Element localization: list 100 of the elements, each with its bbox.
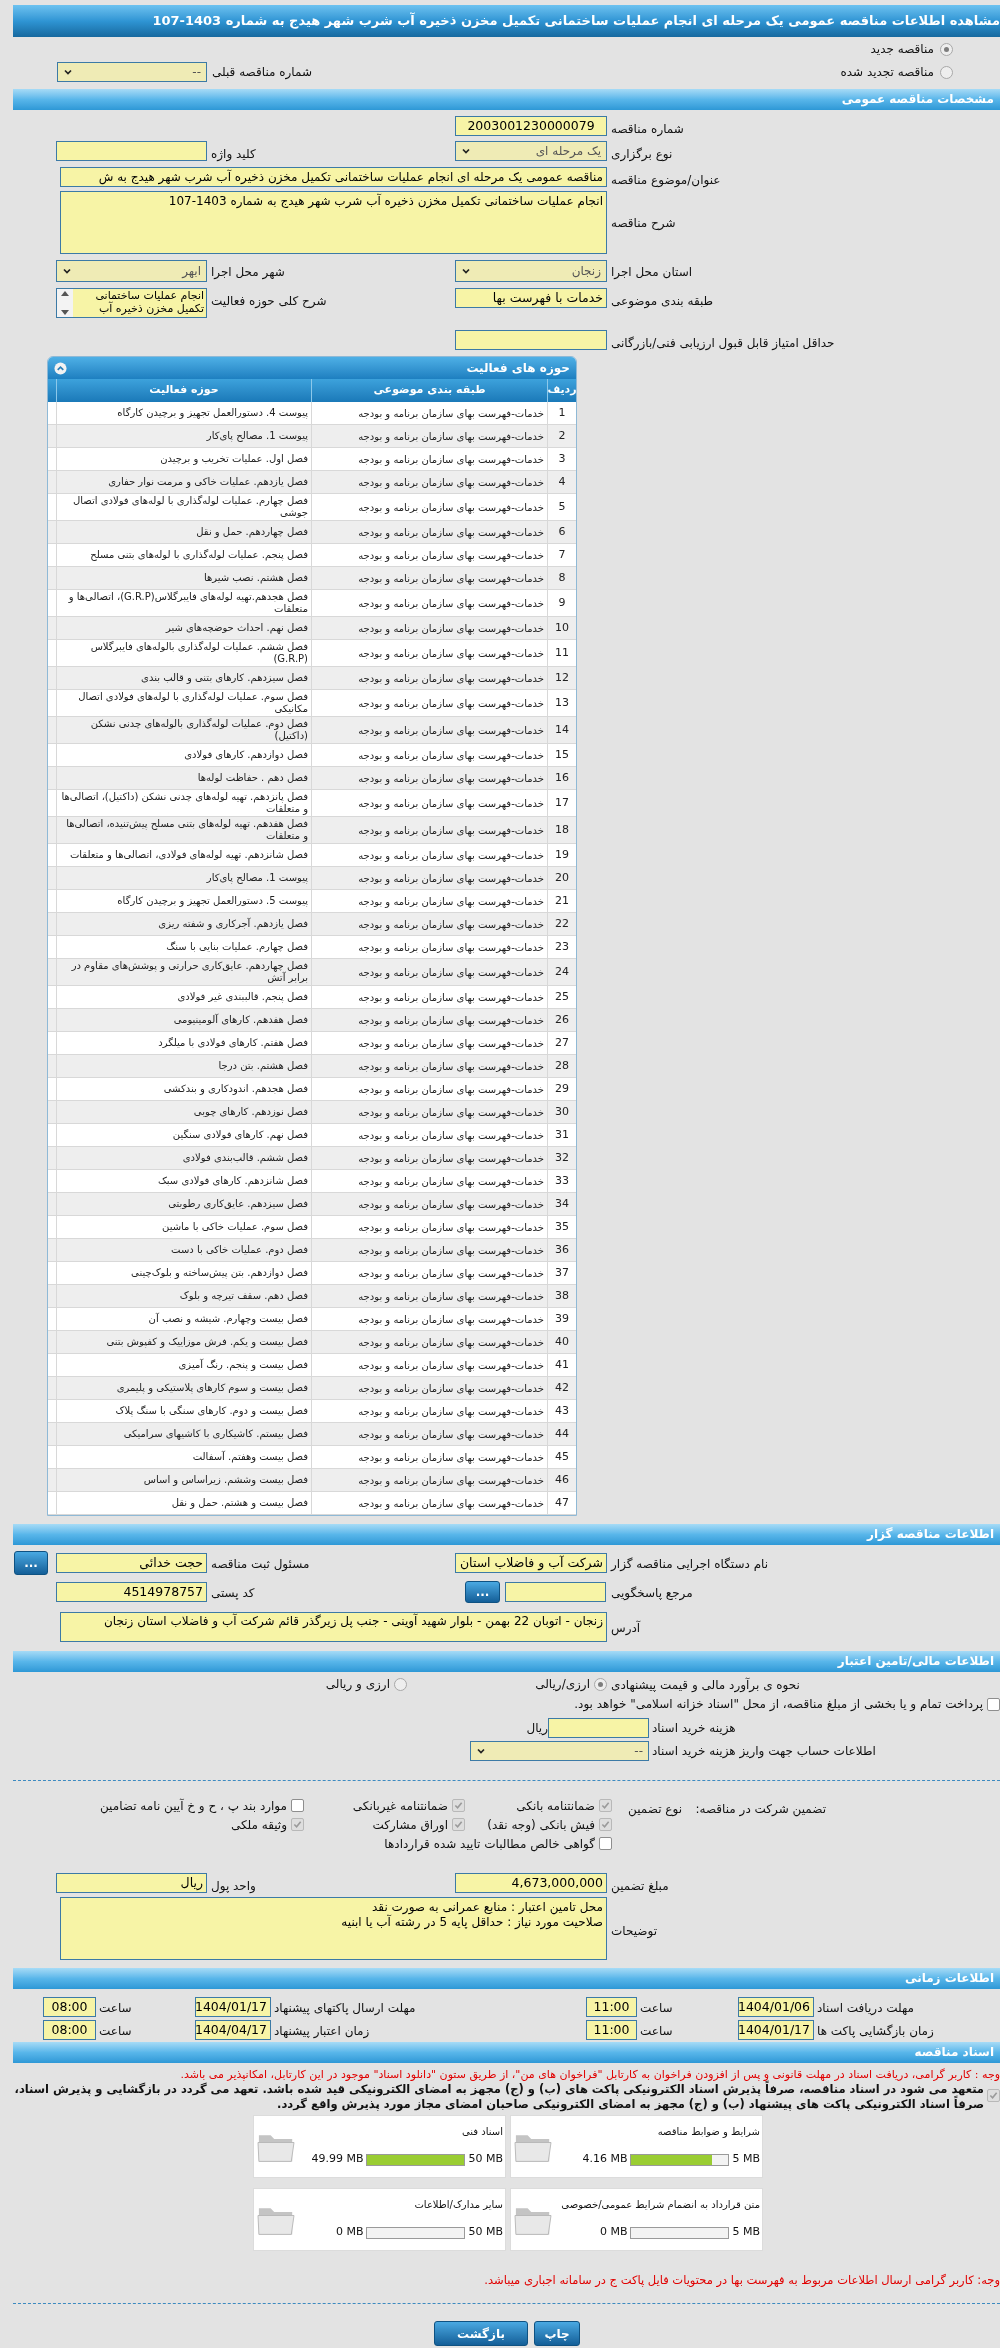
text-field[interactable] — [505, 1582, 606, 1602]
table-cell: فصل بیست و سوم کارهای پلاستیکی و پلیمری — [56, 1377, 311, 1399]
table-cell: 28 — [547, 1055, 576, 1077]
table-cell: خدمات-فهرست بهای سازمان برنامه و بودجه — [311, 1193, 547, 1215]
table-cell: فصل یازدهم. عملیات خاکی و مرمت نوار حفاری — [56, 471, 311, 493]
action-button[interactable]: چاپ — [534, 2321, 580, 2346]
text-field[interactable]: 11:00 — [586, 1996, 637, 2017]
scrollbar[interactable] — [57, 289, 73, 317]
table-cell: 14 — [547, 717, 576, 743]
table-cell: 29 — [547, 1078, 576, 1100]
text-field[interactable]: 2003001230000079 — [455, 116, 607, 136]
table-cell: فصل نوزدهم. کارهای چوبی — [56, 1101, 311, 1123]
text-field[interactable] — [455, 330, 607, 350]
checkbox[interactable] — [599, 1818, 612, 1831]
list-box[interactable]: انجام عملیات ساختمانی تکمیل مخزن ذخیره آب — [56, 288, 207, 318]
table-cell: 20 — [547, 867, 576, 889]
table-cell: فصل بیست وهفتم. آسفالت — [56, 1446, 311, 1468]
table-cell: فصل بیست و دوم. کارهای سنگی با سنگ پلاک — [56, 1400, 311, 1422]
table-cell: 8 — [547, 567, 576, 589]
text-field[interactable]: 4,673,000,000 — [455, 1873, 607, 1893]
table-cell: خدمات-فهرست بهای سازمان برنامه و بودجه — [311, 1170, 547, 1192]
table-cell: خدمات-فهرست بهای سازمان برنامه و بودجه — [311, 1331, 547, 1353]
field-label: ساعت — [640, 2022, 673, 2040]
arrow-down-icon[interactable] — [61, 310, 69, 315]
table-cell: 23 — [547, 936, 576, 958]
section-header: اطلاعات زمانی — [13, 1968, 1000, 1989]
text-field[interactable]: شرکت آب و فاضلاب استان — [455, 1553, 607, 1573]
table-cell: خدمات-فهرست بهای سازمان برنامه و بودجه — [311, 1239, 547, 1261]
checkbox[interactable] — [452, 1799, 465, 1812]
text-area[interactable]: انجام عملیات ساختمانی تکمیل مخزن ذخیره آب شرب شهر هیدج به شماره 1403-107 — [60, 191, 607, 254]
text-field[interactable] — [56, 141, 207, 161]
field-label: گواهی خالص مطالبات تایید شده قراردادها — [384, 1835, 595, 1854]
collapse-icon[interactable] — [54, 361, 67, 375]
checkbox[interactable] — [987, 1697, 1000, 1711]
text-field[interactable]: 11:00 — [586, 2019, 637, 2040]
dropdown[interactable]: -- — [470, 1741, 649, 1761]
table-cell: فصل ششم. قالب‌بندی فولادی — [56, 1147, 311, 1169]
page-title: مشاهده اطلاعات مناقصه عمومی یک مرحله ای انجام عملیات ساختمانی تکمیل مخزن ذخیره آب شرب شهر هیدج به شماره 1403-107 — [13, 5, 1000, 37]
text-area[interactable]: محل تامین اعتبار : منابع عمرانی به صورت نقد صلاحیت مورد نیاز : حداقل پایه 5 در رشته آب یا ابنیه — [60, 1897, 607, 1960]
text-field[interactable]: 4514978757 — [56, 1582, 207, 1602]
text-field[interactable]: مناقصه عمومی یک مرحله ای انجام عملیات ساختمانی تکمیل مخزن ذخیره آب شرب شهر هیدج به ش — [60, 167, 607, 187]
dropdown[interactable]: یک مرحله ای — [455, 141, 607, 161]
check-icon — [293, 1820, 302, 1829]
more-button[interactable]: ... — [14, 1551, 48, 1575]
table-cell: فصل دهم . حفاظت لوله‌ها — [56, 767, 311, 789]
checkbox[interactable] — [987, 2089, 1000, 2102]
card-title: متن قرارداد به انضمام شرایط عمومی/خصوصی — [561, 2198, 760, 2212]
table-cell: فصل هفدهم. تهیه لوله‌های بتنی مسلح پیش‌تنیده، اتصالی‌ها و متعلقات — [56, 817, 311, 843]
table-cell: 13 — [547, 690, 576, 716]
text-field[interactable]: خدمات با فهرست بها — [455, 288, 607, 308]
field-label: نحوه ی برآورد مالی و قیمت پیشنهادی — [611, 1676, 800, 1695]
checkbox[interactable] — [452, 1818, 465, 1831]
file-size: 5 MB — [732, 2151, 760, 2168]
text-field[interactable]: 08:00 — [43, 2019, 96, 2040]
arrow-up-icon[interactable] — [61, 291, 69, 296]
field-label: کد پستی — [211, 1585, 255, 1602]
section-header: مشخصات مناقصه عمومی — [13, 89, 1000, 110]
radio-button[interactable] — [940, 65, 953, 79]
more-button[interactable]: ... — [465, 1581, 500, 1603]
text-field[interactable]: 1404/04/17 — [195, 2019, 271, 2040]
table-cell: خدمات-فهرست بهای سازمان برنامه و بودجه — [311, 1469, 547, 1491]
text-field[interactable]: حجت خدائی — [56, 1553, 207, 1573]
action-button[interactable]: بازگشت — [434, 2321, 528, 2346]
table-cell: خدمات-فهرست بهای سازمان برنامه و بودجه — [311, 617, 547, 639]
radio-button[interactable] — [594, 1677, 607, 1691]
table-cell: خدمات-فهرست بهای سازمان برنامه و بودجه — [311, 890, 547, 912]
field-label: توضیحات — [611, 1923, 658, 1941]
table-cell: خدمات-فهرست بهای سازمان برنامه و بودجه — [311, 817, 547, 843]
dropdown[interactable]: ابهر — [56, 260, 207, 282]
dropdown[interactable]: -- — [57, 62, 207, 82]
dropdown[interactable]: زنجان — [455, 260, 607, 282]
field-label: شماره مناقصه — [611, 121, 684, 139]
text-field[interactable] — [548, 1718, 649, 1738]
file-size: 50 MB — [468, 2224, 503, 2241]
checkbox[interactable] — [599, 1837, 612, 1850]
field-label: اوراق مشارکت — [372, 1816, 448, 1834]
field-label: کلید واژه — [211, 146, 256, 164]
field-label: ارزی/ریالی — [535, 1676, 590, 1693]
text-area[interactable]: زنجان - اتوبان 22 بهمن - بلوار شهید آوینی - جنب پل زیرگذر قائم شرکت آب و فاضلاب استان زنجان — [60, 1612, 607, 1642]
table-cell: خدمات-فهرست بهای سازمان برنامه و بودجه — [311, 767, 547, 789]
table-cell: 17 — [547, 790, 576, 816]
field-label: مهلت ارسال پاکتهای پیشنهاد — [274, 1999, 416, 2017]
checkbox[interactable] — [291, 1818, 304, 1831]
text-field[interactable]: 1404/01/17 — [195, 1996, 271, 2017]
checkbox[interactable] — [291, 1799, 304, 1812]
table-cell: فصل ششم. عملیات لوله‌گذاری بالوله‌های فایبرگلاس (G.R.P) — [56, 640, 311, 666]
checkbox[interactable] — [599, 1799, 612, 1812]
field-label: طبقه بندی موضوعی — [611, 293, 714, 311]
text-field[interactable]: ریال — [56, 1873, 207, 1893]
field-label: شماره مناقصه قبلی — [212, 64, 312, 82]
table-cell: 33 — [547, 1170, 576, 1192]
radio-button[interactable] — [394, 1677, 407, 1691]
radio-button[interactable] — [940, 42, 953, 56]
table-cell: خدمات-فهرست بهای سازمان برنامه و بودجه — [311, 936, 547, 958]
text-field[interactable]: 1404/01/06 — [738, 1996, 814, 2017]
table-cell: 42 — [547, 1377, 576, 1399]
text-field[interactable]: 1404/01/17 — [738, 2019, 814, 2040]
text-field[interactable]: 08:00 — [43, 1996, 96, 2017]
table-cell: فصل شانزدهم. تهیه لوله‌های فولادی، اتصالی‌ها و متعلقات — [56, 844, 311, 866]
table-cell: فصل سوم. عملیات لوله‌گذاری با لوله‌های فولادی اتصال مکانیکی — [56, 690, 311, 716]
